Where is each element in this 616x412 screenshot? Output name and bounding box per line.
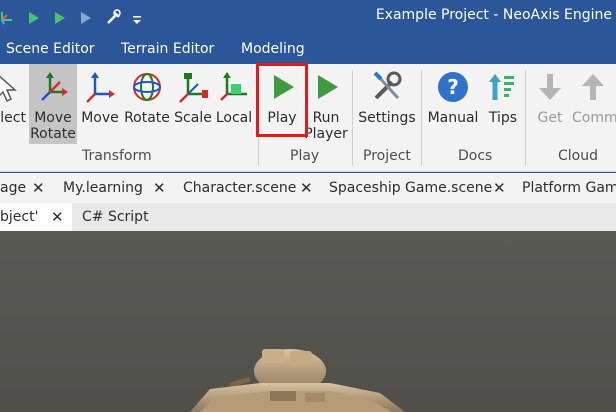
local-icon — [217, 70, 251, 104]
upload-arrow-icon — [576, 70, 610, 104]
document-tab-label[interactable]: bject' — [0, 209, 38, 225]
scale-button[interactable]: Scale — [172, 64, 214, 142]
document-tab-label[interactable]: age — [0, 180, 26, 196]
logo-icon[interactable] — [0, 8, 16, 26]
tab-modeling[interactable]: Modeling — [241, 41, 305, 57]
group-separator — [525, 70, 526, 166]
svg-text:?: ? — [447, 75, 459, 99]
group-label-cloud: Cloud — [558, 148, 598, 164]
ribbon-tab-bar: Scene Editor Terrain Editor Modeling — [0, 34, 616, 64]
ribbon: lect Move Rotate Move Rotate Scale Local… — [0, 64, 616, 172]
dropdown-icon[interactable] — [132, 11, 142, 24]
tips-icon — [486, 70, 520, 104]
commit-button[interactable]: Comm — [570, 64, 616, 142]
group-label-docs: Docs — [458, 148, 493, 164]
rotate-icon — [130, 70, 164, 104]
close-icon[interactable]: ✕ — [493, 179, 506, 197]
select-button[interactable]: lect — [0, 64, 26, 142]
settings-button[interactable]: Settings — [356, 64, 418, 142]
play-icon — [265, 70, 299, 104]
rotate-button[interactable]: Rotate — [123, 64, 171, 142]
help-icon: ? — [436, 70, 470, 104]
play-icon[interactable] — [54, 10, 66, 24]
group-label-project: Project — [363, 148, 411, 164]
play-icon[interactable] — [28, 10, 40, 24]
secondary-tab-bar: bject' ✕ C# Script — [0, 203, 616, 231]
move-rotate-icon — [36, 70, 70, 104]
cursor-icon — [0, 70, 21, 104]
tips-button[interactable]: Tips — [483, 64, 523, 142]
document-tab-bar: age ✕ My.learning ✕ Character.scene ✕ Sp… — [0, 173, 616, 203]
document-tab-label[interactable]: Character.scene — [183, 180, 296, 196]
move-rotate-button[interactable]: Move Rotate — [29, 64, 77, 144]
tab-terrain-editor[interactable]: Terrain Editor — [121, 41, 214, 57]
document-tab-label[interactable]: Spaceship Game.scene — [329, 180, 492, 196]
scale-icon — [176, 70, 210, 104]
download-arrow-icon — [533, 70, 567, 104]
document-tab-label[interactable]: My.learning — [63, 180, 143, 196]
group-label-transform: Transform — [82, 148, 152, 164]
armored-vehicle-model[interactable] — [0, 231, 616, 412]
move-button[interactable]: Move — [79, 64, 121, 142]
play-icon — [309, 70, 343, 104]
tab-scene-editor[interactable]: Scene Editor — [6, 41, 95, 57]
title-bar: Example Project - NeoAxis Engine — [0, 0, 616, 34]
scene-viewport[interactable] — [0, 231, 616, 412]
move-icon — [83, 70, 117, 104]
quick-access-toolbar — [0, 7, 142, 27]
close-icon[interactable]: ✕ — [32, 179, 45, 197]
group-separator — [258, 70, 259, 166]
play-disabled-icon[interactable] — [80, 10, 92, 24]
document-tab-label[interactable]: Platform Game — [522, 180, 616, 196]
local-button[interactable]: Local — [214, 64, 254, 142]
wrench-screwdriver-icon — [370, 70, 404, 104]
run-player-button[interactable]: Run Player — [304, 64, 348, 142]
group-separator — [352, 70, 353, 166]
window-title: Example Project - NeoAxis Engine — [375, 7, 612, 23]
close-icon[interactable]: ✕ — [51, 208, 64, 226]
get-button[interactable]: Get — [530, 64, 570, 142]
play-button[interactable]: Play — [260, 64, 304, 142]
close-icon[interactable]: ✕ — [153, 179, 166, 197]
group-separator — [421, 70, 422, 166]
document-tab-label[interactable]: C# Script — [82, 209, 149, 225]
group-label-play: Play — [290, 148, 320, 164]
wrench-icon[interactable] — [106, 9, 122, 25]
close-icon[interactable]: ✕ — [300, 179, 313, 197]
manual-button[interactable]: ? Manual — [424, 64, 482, 142]
